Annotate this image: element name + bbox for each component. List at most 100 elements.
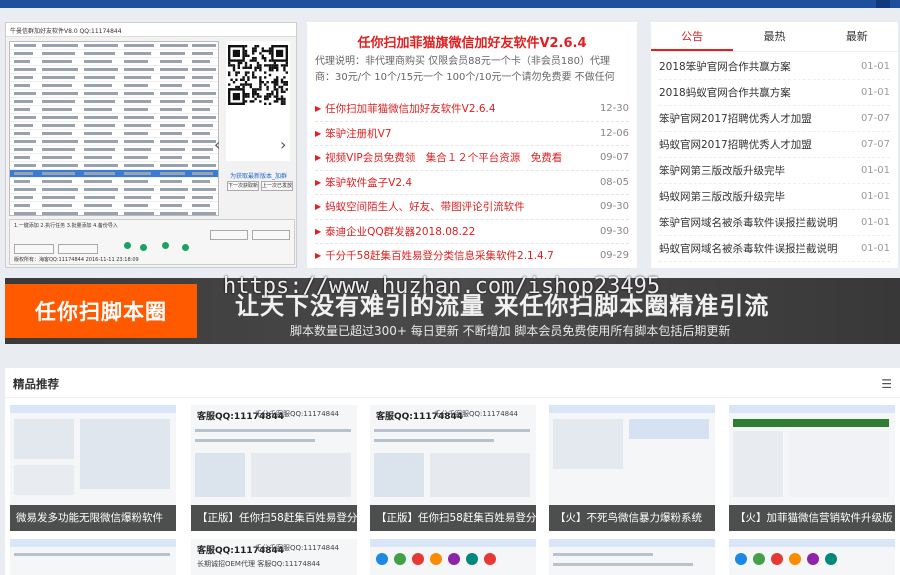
preview-footer: 版权所有：海客QQ:11174844 2016-11-11 23:18:09 (14, 257, 139, 263)
product-card[interactable] (10, 539, 176, 575)
news-item-title[interactable]: 笨驴注册机V7 (325, 126, 600, 141)
notice-item[interactable]: 2018蚂蚁官网合作共赢方案 01-01 (659, 80, 890, 106)
news-item-title[interactable]: 千分千58赶集百姓易登分类信息采集软件2.1.4.7 (325, 248, 600, 263)
news-item[interactable]: ▶ 笨驴注册机V7 12-06 (315, 122, 629, 146)
notice-item-title[interactable]: 笨驴网第三版改版升级完毕 (659, 163, 861, 178)
preview-stop-button[interactable] (252, 230, 290, 240)
status-dot (162, 242, 169, 249)
thumb-qq2: 千分千客服QQ:11174844 (434, 410, 519, 418)
news-item-title[interactable]: 笨驴软件盒子V2.4 (325, 175, 600, 190)
app-icon (807, 553, 819, 565)
app-icon (430, 553, 442, 565)
list-icon[interactable]: ☰ (881, 377, 892, 391)
notice-item[interactable]: 笨驴官网域名被杀毒软件误报拦截说明 01-01 (659, 210, 890, 236)
news-item-title[interactable]: 任你扫加菲猫微信加好友软件V2.6.4 (325, 101, 600, 116)
product-card[interactable]: 【火】不死鸟微信暴力爆粉系统 (549, 405, 715, 531)
notice-item-date: 01-01 (860, 165, 890, 176)
software-preview[interactable]: 牛曼信群加好友软件V8.0 QQ:11174844 ‹ › 为获取最新版本_加群… (5, 22, 297, 268)
preview-grid-row (10, 146, 218, 154)
notice-item[interactable]: 蚂蚁官网域名被杀毒软件误报拦截说明 01-01 (659, 236, 890, 262)
prev-arrow-icon[interactable]: ‹ (214, 135, 220, 154)
notice-item[interactable]: 笨驴官网2017招聘优秀人才加盟 07-07 (659, 106, 890, 132)
notice-item-title[interactable]: 2018蚂蚁官网合作共赢方案 (659, 85, 861, 100)
notice-item-date: 01-01 (860, 87, 890, 98)
product-card[interactable] (729, 539, 895, 575)
notice-tab[interactable]: 最新 (816, 22, 898, 51)
qr-link[interactable]: 为获取最新版本_加群 (230, 171, 287, 180)
product-card[interactable]: 客服QQ:11174844 千分千客服QQ:11174844 【正版】任你扫58… (370, 405, 536, 531)
next-arrow-icon[interactable]: › (280, 135, 286, 154)
watermark-url: https://www.huzhan.com/ishop23495 (223, 274, 661, 299)
thumb-header (549, 405, 715, 413)
preview-export-button[interactable] (58, 244, 98, 254)
thumb-line (195, 429, 351, 432)
news-item-date: 09-07 (599, 152, 629, 164)
news-item[interactable]: ▶ 千分千58赶集百姓易登分类信息采集软件2.1.4.7 09-29 (315, 244, 629, 269)
preview-download-button[interactable]: 下一次获取新版 (227, 181, 259, 191)
product-card[interactable]: 客服QQ:11174844 千分千客服QQ:11174844 长期诚招OEM代理… (191, 539, 357, 575)
promo-banner[interactable]: 任你扫脚本圈 让天下没有难引的流量 来任你扫脚本圈精准引流 脚本数量已超过300… (5, 274, 900, 344)
preview-start-button[interactable] (210, 230, 248, 240)
notice-item-title[interactable]: 蚂蚁网第三版改版升级完毕 (659, 189, 861, 204)
notice-item-title[interactable]: 笨驴官网域名被杀毒软件误报拦截说明 (659, 215, 861, 230)
thumb-block (430, 453, 530, 497)
preview-import-button[interactable] (14, 244, 54, 254)
thumb-line (195, 439, 315, 442)
preview-grid-row (10, 50, 218, 58)
thumb-header (10, 539, 176, 547)
notice-item[interactable]: 笨驴网第三版改版升级完毕 01-01 (659, 158, 890, 184)
app-icon (825, 553, 837, 565)
news-item-title[interactable]: 泰迪企业QQ群发器2018.08.22 (325, 224, 600, 239)
news-title[interactable]: 任你扫加菲猫旗微信加好友软件V2.6.4 (307, 22, 637, 54)
preview-send-button[interactable]: 上一次已发放 (261, 181, 293, 191)
preview-grid-row (10, 178, 218, 186)
product-caption: 【火】不死鸟微信暴力爆粉系统 (549, 505, 715, 531)
news-item-title[interactable]: 视频VIP会员免费领 集合１２个平台资源 免费看 (325, 150, 600, 165)
product-card[interactable] (370, 539, 536, 575)
product-thumbnail: 客服QQ:11174844 千分千客服QQ:11174844 长期诚招OEM代理… (191, 539, 357, 575)
news-item[interactable]: ▶ 笨驴软件盒子V2.4 08-05 (315, 171, 629, 195)
thumb-block (733, 431, 783, 497)
notice-tab[interactable]: 最热 (733, 22, 815, 51)
app-icon (789, 553, 801, 565)
preview-grid-row (10, 42, 218, 50)
notice-item[interactable]: 蚂蚁网第三版改版升级完毕 01-01 (659, 184, 890, 210)
news-item[interactable]: ▶ 视频VIP会员免费领 集合１２个平台资源 免费看 09-07 (315, 146, 629, 171)
news-item-date: 09-30 (599, 201, 629, 213)
notice-item-title[interactable]: 笨驴官网2017招聘优秀人才加盟 (659, 111, 861, 126)
banner-logo: 任你扫脚本圈 (5, 284, 197, 338)
preview-grid-row (10, 58, 218, 66)
preview-grid-row (10, 194, 218, 202)
news-item-date: 12-30 (599, 103, 629, 115)
notice-panel: 公告 最热 最新 2018笨驴官网合作共赢方案 01-01 2018蚂蚁官网合作共赢方案… (651, 22, 898, 268)
news-item[interactable]: ▶ 蚂蚁空间陌生人、好友、带图评论引流软件 09-30 (315, 195, 629, 220)
thumb-header (370, 539, 536, 547)
notice-item-date: 07-07 (860, 139, 890, 150)
product-caption: 【正版】任你扫58赶集百姓易登分 (370, 505, 536, 531)
notice-item[interactable]: 2018笨驴官网合作共赢方案 01-01 (659, 54, 890, 80)
preview-grid-row (10, 74, 218, 82)
news-item[interactable]: ▶ 泰迪企业QQ群发器2018.08.22 09-30 (315, 220, 629, 244)
notice-tab[interactable]: 公告 (651, 22, 734, 51)
preview-grid-row (10, 106, 218, 114)
news-item-title[interactable]: 蚂蚁空间陌生人、好友、带图评论引流软件 (325, 199, 600, 214)
notice-item-title[interactable]: 蚂蚁官网域名被杀毒软件误报拦截说明 (659, 241, 861, 256)
notice-item-title[interactable]: 2018笨驴官网合作共赢方案 (659, 59, 861, 74)
product-thumbnail (370, 539, 536, 575)
preview-grid-row (10, 66, 218, 74)
app-icon (484, 553, 496, 565)
news-description: 代理说明：非代理商购买 仅限会员88元一个卡（非会员180）代理商：30元/个 … (315, 56, 615, 83)
bullet-icon: ▶ (315, 202, 322, 212)
notice-item[interactable]: 蚂蚁官网2017招聘优秀人才加盟 07-07 (659, 132, 890, 158)
app-icon (376, 553, 388, 565)
thumb-qq2: 千分千客服QQ:11174844 (255, 544, 340, 552)
app-icon (771, 553, 783, 565)
news-item[interactable]: ▶ 任你扫加菲猫微信加好友软件V2.6.4 12-30 (315, 97, 629, 122)
preview-grid-row (10, 98, 218, 106)
product-card[interactable]: 微易发多功能无限微信爆粉软件 (10, 405, 176, 531)
product-card[interactable]: 【火】加菲猫微信营销软件升级版 (729, 405, 895, 531)
notice-item-title[interactable]: 蚂蚁官网2017招聘优秀人才加盟 (659, 137, 861, 152)
thumb-block (789, 431, 889, 497)
product-card[interactable]: 客服QQ:11174844 千分千客服QQ:11174844 【正版】任你扫58… (191, 405, 357, 531)
product-card[interactable] (549, 539, 715, 575)
